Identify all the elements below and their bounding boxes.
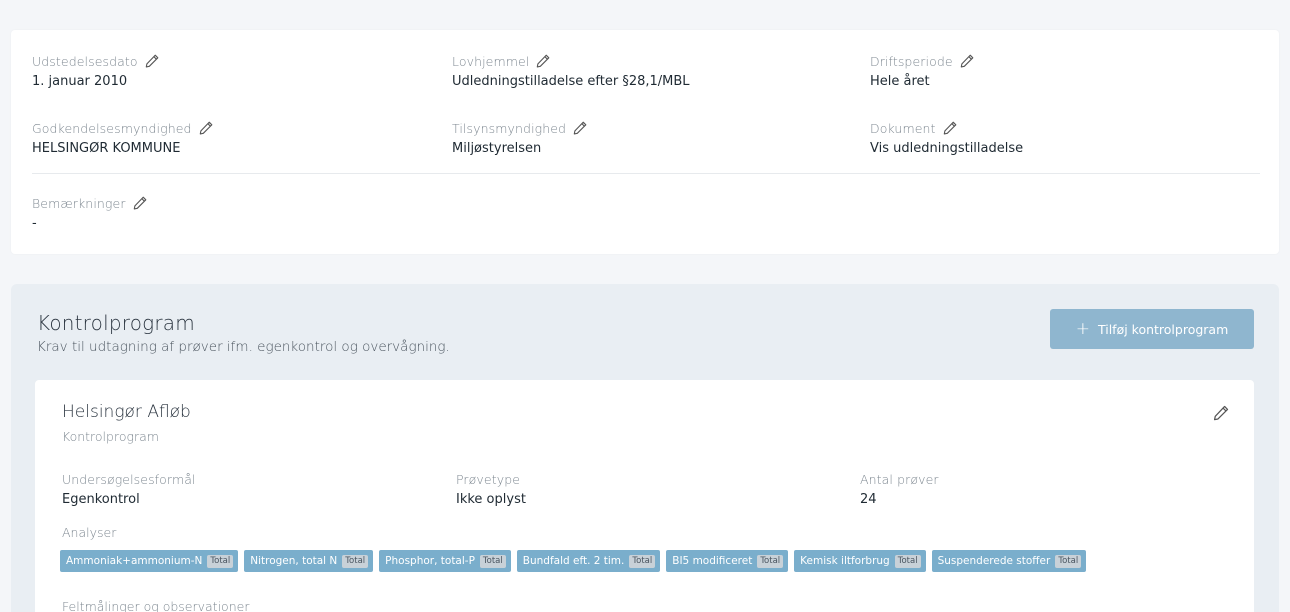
- total-badge: Total: [1055, 554, 1082, 568]
- section-subtitle: Krav til udtagning af prøver ifm. egenko…: [37, 339, 450, 355]
- pencil-icon[interactable]: [572, 120, 588, 136]
- pencil-icon[interactable]: [535, 53, 551, 69]
- pencil-icon[interactable]: [132, 195, 148, 211]
- section-title: Kontrolprogram: [37, 311, 195, 335]
- feltmaalinger-label: Feltmålinger og observationer: [62, 599, 250, 612]
- add-kontrolprogram-button[interactable]: + Tilføj kontrolprogram: [1050, 309, 1254, 349]
- field-label: Driftsperiode: [870, 53, 953, 69]
- field-value: 1. januar 2010: [32, 74, 128, 89]
- field-label: Udstedelsesdato: [32, 53, 138, 69]
- page: Udstedelsesdato 1. januar 2010 Lovhjemme…: [0, 0, 1290, 612]
- add-button-label: Tilføj kontrolprogram: [1097, 321, 1229, 337]
- field-label: Undersøgelsesformål: [62, 471, 196, 487]
- analyse-tag[interactable]: Bundfald eft. 2 tim. Total: [516, 550, 661, 572]
- analyse-tag[interactable]: BI5 modificeret Total: [666, 550, 789, 572]
- field-dokument: Dokument Vis udledningstilladelse: [870, 119, 1023, 158]
- field-godkendelsesmyndighed: Godkendelsesmyndighed HELSINGØR KOMMUNE: [32, 119, 214, 158]
- field-label: Tilsynsmyndighed: [452, 120, 567, 136]
- field-value: Hele året: [870, 74, 930, 89]
- field-bemaerkninger: Bemærkninger -: [32, 194, 148, 233]
- pencil-icon[interactable]: [1212, 404, 1230, 422]
- field-antal-proever: Antal prøver 24: [860, 470, 939, 509]
- total-badge: Total: [207, 554, 234, 568]
- total-badge: Total: [629, 554, 656, 568]
- total-badge: Total: [342, 554, 369, 568]
- field-label: Godkendelsesmyndighed: [32, 120, 192, 136]
- pencil-icon[interactable]: [942, 120, 958, 136]
- analyse-tag[interactable]: Kemisk iltforbrug Total: [794, 550, 926, 572]
- analyser-label: Analyser: [62, 525, 117, 540]
- field-driftsperiode: Driftsperiode Hele året: [870, 52, 975, 91]
- document-link[interactable]: Vis udledningstilladelse: [870, 140, 1023, 158]
- divider: [32, 173, 1260, 174]
- total-badge: Total: [479, 554, 506, 568]
- field-value: Egenkontrol: [62, 492, 140, 507]
- field-value: Udledningstilladelse efter §28,1/MBL: [452, 74, 690, 89]
- field-label: Dokument: [870, 120, 936, 136]
- program-type: Kontrolprogram: [62, 429, 159, 444]
- kontrolprogram-section: Kontrolprogram Krav til udtagning af prø…: [11, 284, 1279, 612]
- program-name: Helsingør Afløb: [62, 402, 191, 422]
- field-label: Lovhjemmel: [452, 53, 530, 69]
- field-tilsynsmyndighed: Tilsynsmyndighed Miljøstyrelsen: [452, 119, 588, 158]
- analyse-tag[interactable]: Suspenderede stoffer Total: [931, 550, 1087, 572]
- kontrolprogram-card: Helsingør Afløb Kontrolprogram Undersøge…: [35, 380, 1254, 612]
- field-value: HELSINGØR KOMMUNE: [32, 141, 181, 156]
- field-udstedelsesdato: Udstedelsesdato 1. januar 2010: [32, 52, 160, 91]
- pencil-icon[interactable]: [144, 53, 160, 69]
- field-value: Ikke oplyst: [456, 492, 526, 507]
- total-badge: Total: [894, 554, 921, 568]
- field-label: Bemærkninger: [32, 195, 126, 211]
- analyse-tags: Ammoniak+ammonium-N Total Nitrogen, total…: [60, 550, 1087, 572]
- field-value: Miljøstyrelsen: [452, 141, 542, 156]
- pencil-icon[interactable]: [959, 53, 975, 69]
- analyse-tag[interactable]: Nitrogen, total N Total: [244, 550, 374, 572]
- analyse-tag[interactable]: Phosphor, total-P Total: [379, 550, 511, 572]
- total-badge: Total: [757, 554, 784, 568]
- field-undersoegelsesformaal: Undersøgelsesformål Egenkontrol: [62, 470, 196, 509]
- analyse-tag[interactable]: Ammoniak+ammonium-N Total: [60, 550, 239, 572]
- field-value: -: [32, 216, 37, 231]
- field-lovhjemmel: Lovhjemmel Udledningstilladelse efter §2…: [452, 52, 690, 91]
- field-value: 24: [860, 492, 877, 507]
- plus-icon: +: [1075, 318, 1090, 339]
- field-proevetype: Prøvetype Ikke oplyst: [456, 470, 526, 509]
- permit-details-card: Udstedelsesdato 1. januar 2010 Lovhjemme…: [11, 30, 1279, 254]
- field-label: Prøvetype: [456, 471, 521, 487]
- pencil-icon[interactable]: [198, 120, 214, 136]
- field-label: Antal prøver: [860, 471, 939, 487]
